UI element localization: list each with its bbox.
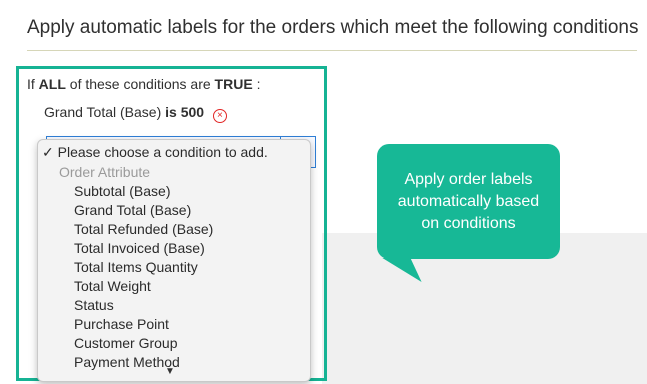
remove-icon[interactable]: ×	[212, 109, 227, 123]
conditions-suffix: :	[256, 76, 261, 92]
condition-dropdown[interactable]: ✓ Please choose a condition to add. Orde…	[37, 139, 311, 382]
condition-rule: Grand Total (Base) is 500 ×	[44, 104, 227, 123]
dropdown-option[interactable]: Total Items Quantity	[74, 259, 213, 278]
truth-value-selector[interactable]: TRUE	[215, 76, 253, 92]
dropdown-option[interactable]: Subtotal (Base)	[74, 183, 213, 202]
aggregator-selector[interactable]: ALL	[39, 76, 66, 92]
dropdown-option[interactable]: Purchase Point	[74, 316, 213, 335]
rule-attribute: Grand Total (Base)	[44, 104, 162, 120]
rule-value[interactable]: 500	[181, 104, 204, 120]
dropdown-option[interactable]: Total Refunded (Base)	[74, 221, 213, 240]
callout-text: Apply order labels automatically based o…	[397, 170, 540, 232]
dropdown-option[interactable]: Grand Total (Base)	[74, 202, 213, 221]
conditions-middle: of these conditions are	[69, 76, 211, 92]
dropdown-option[interactable]: Total Invoiced (Base)	[74, 240, 213, 259]
callout-bubble: Apply order labels automatically based o…	[377, 144, 560, 259]
scroll-down-icon[interactable]: ▼	[165, 366, 175, 377]
dropdown-option[interactable]: Customer Group	[74, 335, 213, 354]
dropdown-option[interactable]: Total Weight	[74, 278, 213, 297]
conditions-prefix: If	[27, 76, 35, 92]
dropdown-option[interactable]: Payment Method	[74, 354, 213, 373]
dropdown-group-label: Order Attribute	[59, 164, 151, 180]
title-divider	[27, 50, 637, 51]
dropdown-option[interactable]: Status	[74, 297, 213, 316]
dropdown-selected-option[interactable]: ✓ Please choose a condition to add.	[42, 144, 268, 161]
dropdown-options: Subtotal (Base) Grand Total (Base) Total…	[74, 183, 213, 373]
rule-operator[interactable]: is	[165, 104, 177, 120]
page-title: Apply automatic labels for the orders wh…	[27, 17, 639, 38]
conditions-statement: If ALL of these conditions are TRUE :	[27, 76, 260, 92]
